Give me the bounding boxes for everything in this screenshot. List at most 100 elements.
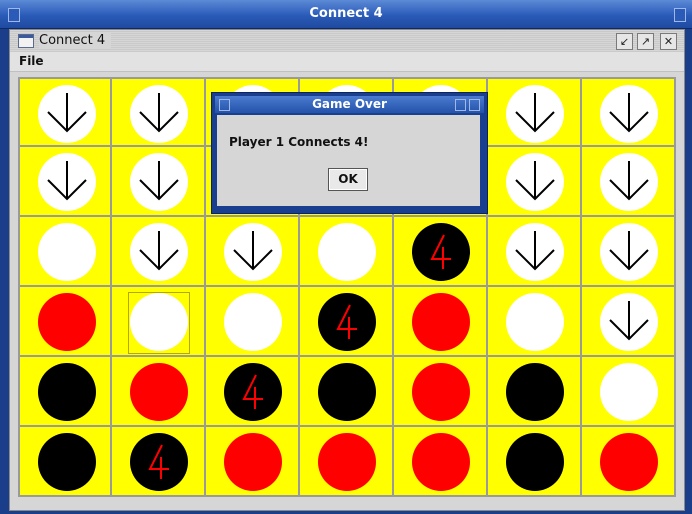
empty-slot <box>130 293 188 351</box>
down-arrow-icon <box>609 93 649 133</box>
board-cell[interactable] <box>206 357 300 427</box>
drop-slot <box>224 223 282 281</box>
drop-slot <box>130 85 188 143</box>
board-cell[interactable] <box>18 357 112 427</box>
red-disc <box>38 293 96 351</box>
down-arrow-icon <box>139 93 179 133</box>
four-mark-icon <box>242 374 263 409</box>
window-menu-icon[interactable] <box>8 8 20 22</box>
red-disc <box>412 363 470 421</box>
four-mark-icon <box>148 444 169 479</box>
board-cell[interactable] <box>112 427 206 497</box>
down-arrow-icon <box>515 161 555 201</box>
board-cell[interactable] <box>18 217 112 287</box>
ok-button[interactable]: OK <box>328 168 368 191</box>
board-cell[interactable] <box>300 217 394 287</box>
outer-window-title: Connect 4 <box>309 6 383 21</box>
menu-file[interactable]: File <box>19 54 44 68</box>
iconify-icon[interactable]: ↙ <box>616 33 633 50</box>
down-arrow-icon <box>233 231 273 271</box>
down-arrow-icon <box>515 231 555 271</box>
board-cell[interactable] <box>394 427 488 497</box>
drop-slot <box>506 85 564 143</box>
empty-slot <box>318 223 376 281</box>
red-disc <box>130 363 188 421</box>
board-cell[interactable] <box>18 287 112 357</box>
outer-titlebar: Connect 4 <box>0 0 692 29</box>
board-cell[interactable] <box>488 357 582 427</box>
game-over-dialog: Game Over Player 1 Connects 4! OK <box>211 92 488 214</box>
board-cell[interactable] <box>18 147 112 217</box>
board-cell[interactable] <box>18 427 112 497</box>
board-cell[interactable] <box>206 217 300 287</box>
drop-slot <box>600 223 658 281</box>
down-arrow-icon <box>47 93 87 133</box>
down-arrow-icon <box>139 231 179 271</box>
dialog-close-icon[interactable] <box>469 99 480 111</box>
board-cell[interactable] <box>582 357 676 427</box>
board-cell[interactable] <box>300 287 394 357</box>
board-cell[interactable] <box>488 147 582 217</box>
board-cell[interactable] <box>582 77 676 147</box>
drop-slot <box>600 153 658 211</box>
four-mark-icon <box>430 234 451 269</box>
dialog-body: Player 1 Connects 4! OK <box>217 115 480 206</box>
frame-title: Connect 4 <box>39 33 112 48</box>
board-cell[interactable] <box>112 357 206 427</box>
black-disc <box>506 363 564 421</box>
board-cell[interactable] <box>18 77 112 147</box>
black-disc <box>38 363 96 421</box>
close-icon[interactable]: ✕ <box>660 33 677 50</box>
board-cell[interactable] <box>112 217 206 287</box>
winning-black-disc <box>130 433 188 491</box>
board-cell[interactable] <box>488 217 582 287</box>
empty-slot <box>224 293 282 351</box>
empty-slot <box>38 223 96 281</box>
red-disc <box>318 433 376 491</box>
dialog-titlebar: Game Over <box>215 96 484 113</box>
red-disc <box>412 293 470 351</box>
black-disc <box>38 433 96 491</box>
maximize-icon[interactable]: ↗ <box>637 33 654 50</box>
frame-titlebar: Connect 4 ↙ ↗ ✕ <box>10 30 684 52</box>
down-arrow-icon <box>609 231 649 271</box>
drop-slot <box>600 293 658 351</box>
black-disc <box>318 363 376 421</box>
board-cell[interactable] <box>206 287 300 357</box>
board-cell[interactable] <box>112 147 206 217</box>
window-close-icon[interactable] <box>674 8 686 22</box>
dialog-minimize-icon[interactable] <box>455 99 466 111</box>
winning-black-disc <box>318 293 376 351</box>
board-cell[interactable] <box>300 357 394 427</box>
red-disc <box>224 433 282 491</box>
drop-slot <box>130 153 188 211</box>
empty-slot <box>506 293 564 351</box>
dialog-message: Player 1 Connects 4! <box>229 135 369 149</box>
board-cell[interactable] <box>488 77 582 147</box>
winning-black-disc <box>412 223 470 281</box>
board-cell[interactable] <box>488 287 582 357</box>
board-cell[interactable] <box>488 427 582 497</box>
winning-black-disc <box>224 363 282 421</box>
board-cell[interactable] <box>582 217 676 287</box>
board-cell[interactable] <box>112 287 206 357</box>
board-cell[interactable] <box>582 147 676 217</box>
board-cell[interactable] <box>582 427 676 497</box>
board-cell[interactable] <box>206 427 300 497</box>
drop-slot <box>130 223 188 281</box>
board-cell[interactable] <box>112 77 206 147</box>
drop-slot <box>38 153 96 211</box>
down-arrow-icon <box>515 93 555 133</box>
menubar: File <box>10 52 684 72</box>
black-disc <box>506 433 564 491</box>
board-cell[interactable] <box>394 357 488 427</box>
red-disc <box>412 433 470 491</box>
down-arrow-icon <box>139 161 179 201</box>
empty-slot <box>600 363 658 421</box>
dialog-title: Game Over <box>312 97 387 111</box>
board-cell[interactable] <box>582 287 676 357</box>
board-cell[interactable] <box>300 427 394 497</box>
board-cell[interactable] <box>394 287 488 357</box>
down-arrow-icon <box>47 161 87 201</box>
board-cell[interactable] <box>394 217 488 287</box>
